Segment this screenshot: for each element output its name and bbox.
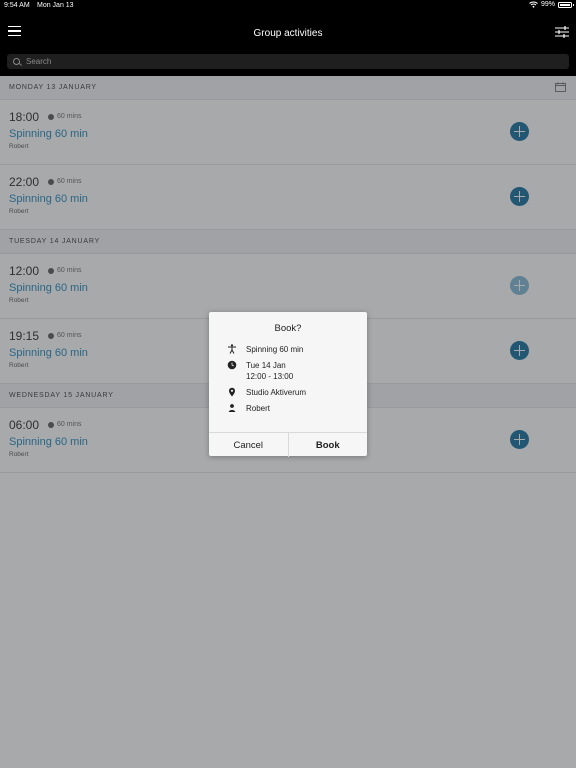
location-pin-icon xyxy=(229,387,235,397)
clock-icon xyxy=(227,360,237,370)
status-time: 9:54 AM xyxy=(4,2,30,9)
person-activity-icon xyxy=(228,344,236,354)
dialog-buttons: Cancel Book xyxy=(209,432,367,457)
search-input[interactable]: Search xyxy=(7,54,569,69)
status-date: Mon Jan 13 xyxy=(37,2,74,9)
dialog-instructor: Robert xyxy=(246,404,271,413)
dialog-location-row: Studio Aktiverum xyxy=(227,387,306,398)
battery-icon xyxy=(558,1,574,8)
dialog-title: Book? xyxy=(274,323,302,334)
booking-dialog: Book? Spinning 60 min Tue 14 Jan 12:00 -… xyxy=(209,312,367,457)
dialog-activity: Spinning 60 min xyxy=(246,345,304,354)
status-bar: 9:54 AM Mon Jan 13 99% xyxy=(0,0,576,12)
search-placeholder: Search xyxy=(26,57,52,66)
status-right: 99% xyxy=(529,1,574,8)
page-title: Group activities xyxy=(253,28,323,39)
dialog-time-range: 12:00 - 13:00 xyxy=(246,372,294,381)
search-bar: Search xyxy=(0,52,576,76)
dialog-date: Tue 14 Jan xyxy=(246,361,286,370)
filter-sliders-icon[interactable] xyxy=(554,25,570,39)
dialog-location: Studio Aktiverum xyxy=(246,388,307,397)
dialog-datetime-row: Tue 14 Jan 12:00 - 13:00 xyxy=(227,360,293,382)
cancel-button[interactable]: Cancel xyxy=(209,433,288,457)
battery-percent: 99% xyxy=(540,1,555,8)
wifi-icon xyxy=(529,1,538,8)
book-button[interactable]: Book xyxy=(287,433,368,457)
nav-bar: Group activities xyxy=(0,12,576,52)
dialog-instructor-row: Robert xyxy=(227,403,270,414)
dialog-activity-row: Spinning 60 min xyxy=(227,344,303,355)
person-icon xyxy=(228,404,236,412)
search-icon xyxy=(13,58,20,65)
